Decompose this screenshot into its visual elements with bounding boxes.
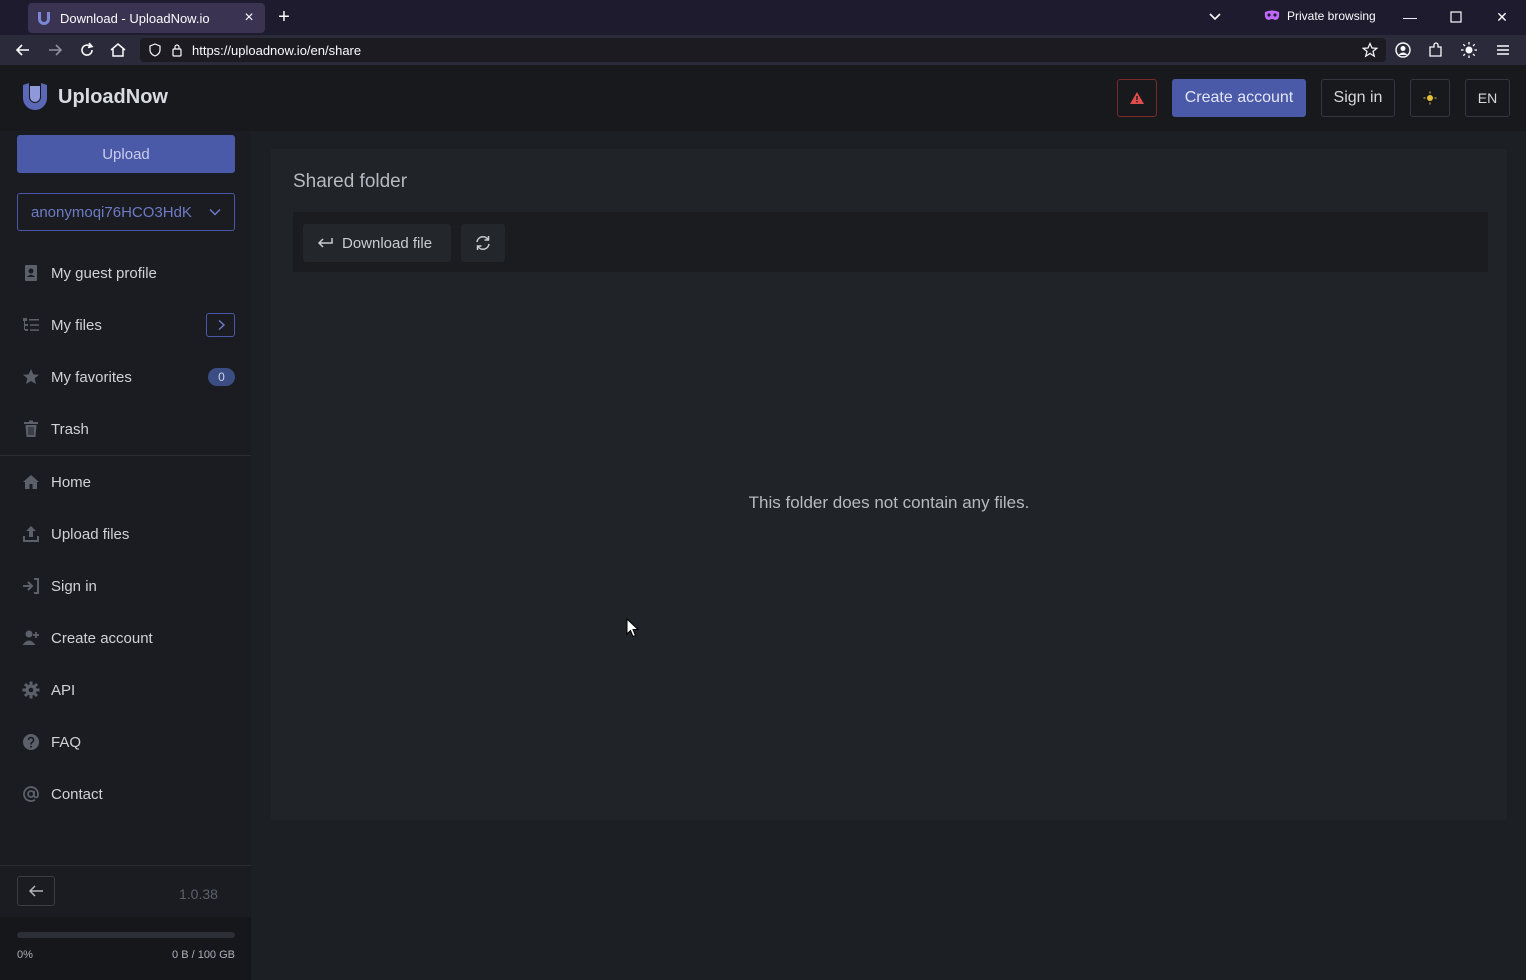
sign-in-icon — [21, 576, 41, 596]
refresh-icon — [476, 236, 490, 250]
extensions-puzzle-icon[interactable] — [1427, 41, 1445, 59]
create-account-button[interactable]: Create account — [1172, 79, 1306, 117]
home-icon — [21, 472, 41, 492]
account-select[interactable]: anonymoqi76HCO3HdK — [17, 193, 235, 231]
shared-folder-panel: Shared folder Download file This folder … — [271, 149, 1507, 820]
theme-toggle-button[interactable] — [1410, 79, 1450, 117]
storage-usage: 0% 0 B / 100 GB — [0, 917, 251, 980]
private-mask-icon — [1264, 10, 1280, 20]
tab-title: Download - UploadNow.io — [60, 10, 210, 26]
sidebar-item-label: My guest profile — [51, 264, 157, 282]
trash-icon — [21, 419, 41, 439]
sidebar-item-label: Upload files — [51, 525, 130, 543]
sidebar-item-api[interactable]: API — [0, 664, 251, 716]
extension-sun-icon[interactable] — [1460, 41, 1478, 59]
return-arrow-icon — [317, 238, 333, 248]
url-bar[interactable]: https://uploadnow.io/en/share — [140, 38, 1386, 62]
app-root: UploadNow Create account Sign in EN Uplo… — [0, 65, 1526, 980]
sidebar-item-label: API — [51, 681, 76, 699]
sign-in-button[interactable]: Sign in — [1321, 79, 1395, 117]
upload-button[interactable]: Upload — [17, 135, 235, 173]
menu-hamburger-icon[interactable] — [1494, 41, 1512, 59]
tracking-shield-icon[interactable] — [148, 43, 162, 57]
sidebar-item-guest-profile[interactable]: My guest profile — [0, 247, 251, 299]
mouse-pointer-icon — [626, 618, 640, 638]
maximize-icon — [1450, 11, 1462, 23]
sidebar-item-create-account[interactable]: Create account — [0, 612, 251, 664]
alert-button[interactable] — [1117, 79, 1157, 117]
tab-close-icon[interactable]: × — [241, 9, 257, 27]
at-icon — [21, 784, 41, 804]
sidebar-item-upload-files[interactable]: Upload files — [0, 508, 251, 560]
sidebar-item-label: Create account — [51, 629, 153, 647]
url-text[interactable]: https://uploadnow.io/en/share — [192, 43, 361, 58]
brand-name: UploadNow — [58, 85, 168, 108]
sidebar-item-label: FAQ — [51, 733, 82, 751]
upload-icon — [21, 524, 41, 544]
sun-icon — [1423, 91, 1437, 105]
chevron-down-icon — [209, 208, 221, 216]
new-tab-button[interactable]: + — [273, 6, 295, 28]
sidebar-item-trash[interactable]: Trash — [0, 403, 251, 455]
download-file-label: Download file — [342, 234, 433, 252]
sidebar-item-contact[interactable]: Contact — [0, 768, 251, 820]
page-title: Shared folder — [293, 171, 408, 192]
sidebar-item-label: My favorites — [51, 368, 132, 386]
sidebar-item-label: Contact — [51, 785, 103, 803]
private-browsing-label: Private browsing — [1287, 9, 1376, 23]
files-list-icon — [21, 315, 41, 335]
sidebar-item-home[interactable]: Home — [0, 456, 251, 508]
folder-toolbar: Download file — [293, 212, 1488, 272]
question-icon — [21, 732, 41, 752]
star-icon — [21, 367, 41, 387]
close-window-button[interactable]: ✕ — [1493, 8, 1511, 26]
language-button[interactable]: EN — [1465, 79, 1510, 117]
sidebar-footer: 1.0.38 0% 0 B / 100 GB — [0, 865, 251, 980]
app-header: UploadNow Create account Sign in EN — [0, 65, 1526, 131]
account-icon[interactable] — [1394, 41, 1412, 59]
storage-percent: 0% — [17, 949, 33, 961]
empty-folder-message: This folder does not contain any files. — [748, 493, 1030, 512]
sidebar-item-label: Home — [51, 473, 92, 491]
maximize-button[interactable] — [1447, 8, 1465, 26]
gear-icon — [21, 680, 41, 700]
sidebar-item-favorites[interactable]: My favorites 0 — [0, 351, 251, 403]
storage-progress-bar — [17, 932, 235, 938]
favorites-count-badge: 0 — [208, 368, 235, 386]
uploadnow-favicon-icon — [38, 12, 50, 25]
minimize-button[interactable]: — — [1401, 8, 1419, 26]
sidebar-item-label: Sign in — [51, 577, 97, 595]
brand-logo[interactable]: UploadNow — [21, 82, 168, 112]
home-icon[interactable] — [108, 40, 128, 60]
reload-icon[interactable] — [77, 40, 97, 60]
uploadnow-logo-icon — [23, 83, 47, 110]
bookmark-star-icon[interactable] — [1362, 42, 1378, 58]
account-select-value: anonymoqi76HCO3HdK — [31, 203, 192, 221]
sidebar-item-faq[interactable]: FAQ — [0, 716, 251, 768]
collapse-sidebar-button[interactable] — [17, 876, 55, 906]
back-arrow-icon[interactable] — [13, 40, 33, 60]
private-browsing-indicator: Private browsing — [1264, 9, 1376, 23]
sidebar-item-label: Trash — [51, 420, 89, 438]
app-version: 1.0.38 — [179, 886, 218, 902]
browser-tab[interactable]: Download - UploadNow.io × — [28, 3, 265, 33]
sidebar-item-my-files[interactable]: My files — [0, 299, 251, 351]
arrow-left-icon — [28, 885, 43, 897]
profile-icon — [21, 263, 41, 283]
browser-navbar: https://uploadnow.io/en/share — [0, 35, 1526, 65]
expand-files-button[interactable] — [206, 313, 235, 337]
sidebar-item-sign-in[interactable]: Sign in — [0, 560, 251, 612]
browser-titlebar: Download - UploadNow.io × + Private brow… — [0, 0, 1526, 35]
warning-triangle-icon — [1130, 92, 1144, 104]
sidebar: Upload anonymoqi76HCO3HdK My guest profi… — [0, 131, 251, 980]
download-file-button[interactable]: Download file — [303, 224, 451, 262]
tab-list-chevron-icon[interactable] — [1205, 7, 1225, 27]
chevron-right-icon — [218, 319, 225, 331]
sidebar-item-label: My files — [51, 316, 102, 334]
forward-arrow-icon[interactable] — [45, 40, 65, 60]
add-user-icon — [21, 628, 41, 648]
lock-icon[interactable] — [170, 43, 184, 57]
storage-quota: 0 B / 100 GB — [172, 949, 235, 961]
refresh-button[interactable] — [461, 224, 505, 262]
